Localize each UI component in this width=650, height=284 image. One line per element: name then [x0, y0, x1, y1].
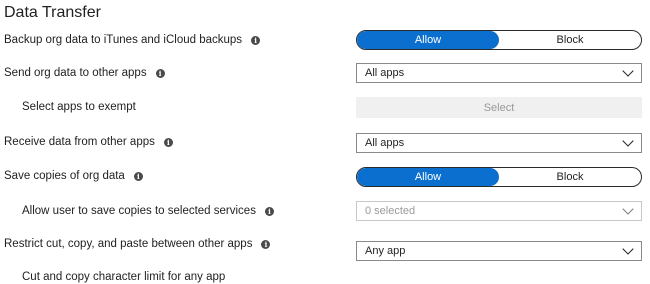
send-label: Send org data to other apps — [4, 67, 147, 79]
save-services-dropdown: 0 selected — [356, 201, 642, 221]
info-icon[interactable]: i — [261, 239, 271, 249]
chevron-down-icon — [622, 243, 634, 255]
exempt-label-row: Select apps to exempt — [22, 101, 136, 113]
select-apps-button[interactable]: Select — [356, 97, 642, 118]
info-icon[interactable]: i — [251, 35, 261, 45]
receive-dropdown-value: All apps — [365, 137, 405, 149]
backup-allow-option[interactable]: Allow — [357, 31, 499, 49]
backup-toggle[interactable]: Allow Block — [356, 30, 642, 50]
save-services-label-row: Allow user to save copies to selected se… — [22, 205, 274, 217]
info-icon[interactable]: i — [133, 171, 143, 181]
exempt-label: Select apps to exempt — [22, 101, 136, 113]
backup-block-option[interactable]: Block — [499, 31, 641, 49]
restrict-label: Restrict cut, copy, and paste between ot… — [4, 238, 253, 250]
save-copies-toggle[interactable]: Allow Block — [356, 167, 642, 187]
chevron-down-icon — [622, 135, 634, 147]
send-dropdown-value: All apps — [365, 67, 405, 79]
receive-label: Receive data from other apps — [4, 136, 155, 148]
info-icon[interactable]: i — [264, 206, 274, 216]
char-limit-label-row: Cut and copy character limit for any app — [22, 271, 225, 283]
restrict-label-row: Restrict cut, copy, and paste between ot… — [4, 238, 271, 250]
chevron-down-icon — [622, 203, 634, 215]
save-copies-block-option[interactable]: Block — [499, 168, 641, 186]
info-icon[interactable]: i — [163, 137, 173, 147]
backup-label: Backup org data to iTunes and iCloud bac… — [4, 34, 243, 46]
backup-label-row: Backup org data to iTunes and iCloud bac… — [4, 34, 261, 46]
send-label-row: Send org data to other apps i — [4, 67, 165, 79]
section-title: Data Transfer — [4, 4, 101, 21]
save-services-dropdown-value: 0 selected — [365, 205, 416, 217]
restrict-dropdown-value: Any app — [365, 245, 406, 257]
restrict-dropdown[interactable]: Any app — [356, 241, 642, 261]
save-services-label: Allow user to save copies to selected se… — [22, 205, 256, 217]
char-limit-label: Cut and copy character limit for any app — [22, 271, 226, 283]
info-icon[interactable]: i — [155, 68, 165, 78]
save-copies-allow-option[interactable]: Allow — [357, 168, 499, 186]
chevron-down-icon — [622, 65, 634, 77]
send-dropdown[interactable]: All apps — [356, 63, 642, 83]
receive-label-row: Receive data from other apps i — [4, 136, 173, 148]
receive-dropdown[interactable]: All apps — [356, 133, 642, 153]
save-copies-label: Save copies of org data — [4, 170, 125, 182]
save-copies-label-row: Save copies of org data i — [4, 170, 143, 182]
